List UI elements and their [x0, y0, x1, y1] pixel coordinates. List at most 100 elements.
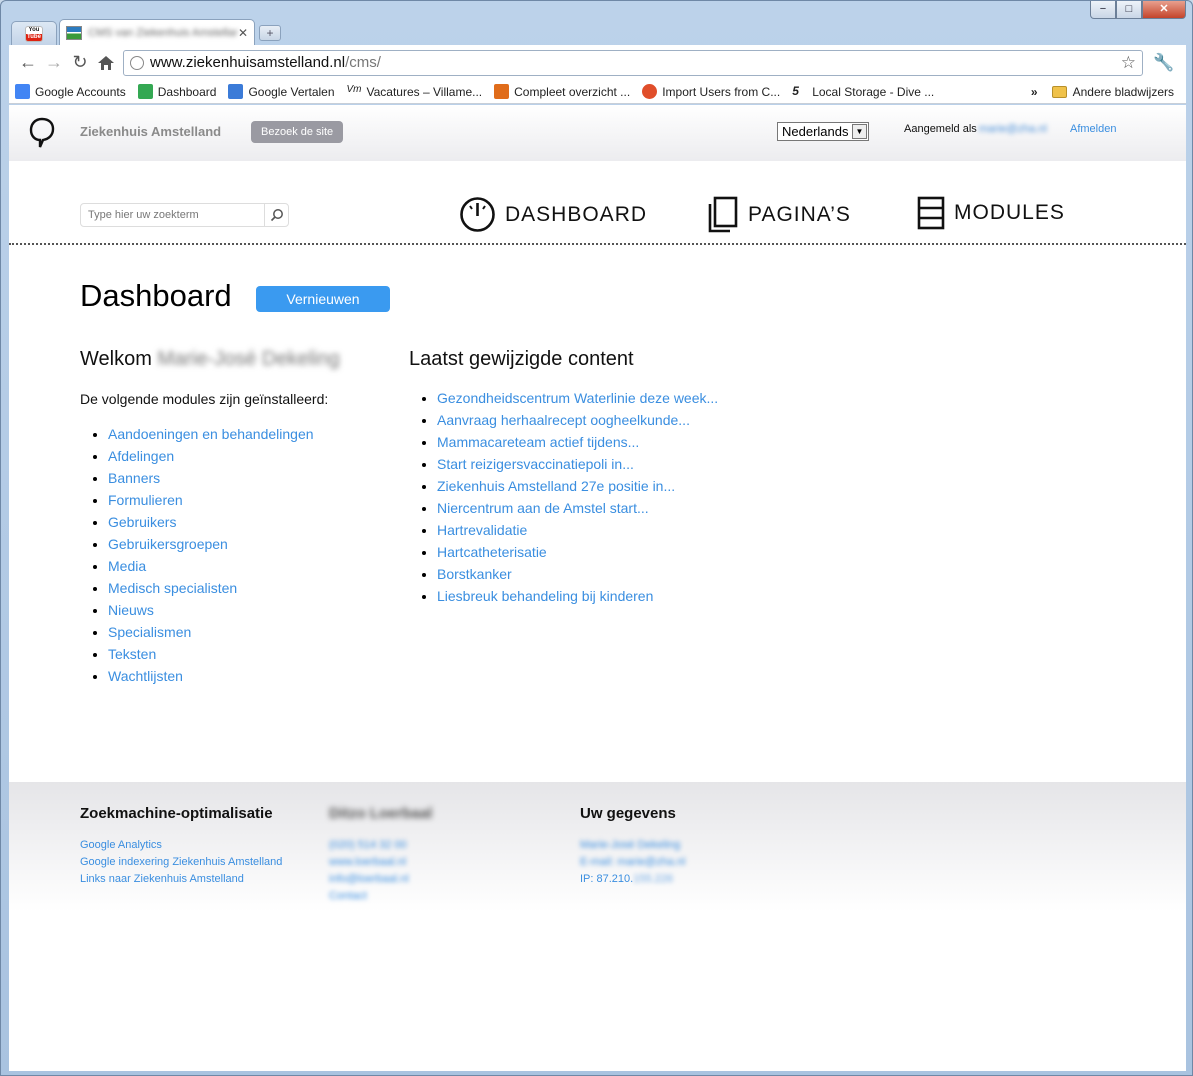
- recent-content-link[interactable]: Liesbreuk behandeling bij kinderen: [437, 588, 653, 604]
- module-link[interactable]: Teksten: [108, 646, 156, 662]
- bookmark-google-vertalen[interactable]: Google Vertalen: [228, 84, 335, 99]
- recent-content-link[interactable]: Hartrevalidatie: [437, 522, 527, 538]
- recent-content-link[interactable]: Gezondheidscentrum Waterlinie deze week.…: [437, 390, 718, 406]
- home-icon: [98, 55, 114, 70]
- module-link[interactable]: Specialismen: [108, 624, 191, 640]
- module-link[interactable]: Formulieren: [108, 492, 183, 508]
- module-link[interactable]: Gebruikers: [108, 514, 176, 530]
- recent-content-link[interactable]: Aanvraag herhaalrecept oogheelkunde...: [437, 412, 690, 428]
- more-bookmarks-chevron-icon[interactable]: »: [1031, 85, 1038, 99]
- nav-dashboard[interactable]: DASHBOARD: [459, 196, 647, 233]
- youtube-icon-text-red: Tube: [26, 33, 42, 41]
- bookmark-dashboard[interactable]: Dashboard: [137, 84, 216, 99]
- vm-icon: Vm: [346, 84, 362, 95]
- close-window-button[interactable]: ✕: [1142, 1, 1186, 19]
- bookmarks-bar: Google Accounts Dashboard Google Vertale…: [9, 80, 1186, 104]
- module-link[interactable]: Afdelingen: [108, 448, 174, 464]
- user-name: Marie-José Dekeling: [157, 348, 340, 370]
- module-link[interactable]: Gebruikersgroepen: [108, 536, 228, 552]
- footer-link[interactable]: Google Analytics: [80, 837, 282, 854]
- recent-content-link[interactable]: Borstkanker: [437, 566, 512, 582]
- firefox-icon: [642, 84, 658, 99]
- modules-icon: [917, 196, 945, 230]
- list-item: Gebruikersgroepen: [108, 533, 314, 555]
- bookmark-local-storage[interactable]: 5 Local Storage - Dive ...: [792, 84, 934, 99]
- page-title: Dashboard: [80, 278, 232, 313]
- maximize-button[interactable]: □: [1116, 1, 1142, 19]
- browser-toolbar: ← → ↻ www.ziekenhuisamstelland.nl/cms/ ☆…: [9, 45, 1186, 80]
- footer-agency-line[interactable]: Contact: [329, 888, 432, 905]
- tab-cms[interactable]: CMS van Ziekenhuis Amstelland ✕: [59, 19, 255, 45]
- module-link[interactable]: Aandoeningen en behandelingen: [108, 426, 314, 442]
- ip-prefix: IP: 87.210.: [580, 873, 634, 885]
- tab-youtube[interactable]: You Tube: [11, 21, 57, 45]
- google-icon: [15, 84, 30, 99]
- recent-content-link[interactable]: Mammacareteam actief tijdens...: [437, 434, 639, 450]
- module-link[interactable]: Media: [108, 558, 146, 574]
- module-link[interactable]: Wachtlijsten: [108, 668, 183, 684]
- home-button[interactable]: [93, 50, 119, 76]
- modules-list: Aandoeningen en behandelingen Afdelingen…: [108, 423, 314, 687]
- search-icon[interactable]: [264, 204, 288, 226]
- footer-link[interactable]: Google indexering Ziekenhuis Amstelland: [80, 854, 282, 871]
- refresh-button[interactable]: Vernieuwen: [256, 286, 390, 312]
- bookmark-vacatures[interactable]: Vm Vacatures – Villame...: [347, 84, 483, 99]
- reload-button[interactable]: ↻: [67, 50, 93, 76]
- footer-user-email: E-mail: marie@zha.nl: [580, 856, 686, 868]
- module-link[interactable]: Nieuws: [108, 602, 154, 618]
- module-link[interactable]: Medisch specialisten: [108, 580, 237, 596]
- installed-modules-text: De volgende modules zijn geïnstalleerd:: [80, 391, 329, 407]
- footer-agency-line[interactable]: info@loerbaal.nl: [329, 871, 432, 888]
- forward-button[interactable]: →: [41, 50, 67, 76]
- wrench-menu-icon[interactable]: 🔧: [1153, 53, 1174, 73]
- page-viewport: Ziekenhuis Amstelland Bezoek de site Ned…: [9, 105, 1186, 1071]
- html5-icon: 5: [792, 84, 799, 98]
- logged-in-label: Aangemeld als: [904, 123, 977, 135]
- dropdown-arrow-icon[interactable]: ▼: [852, 124, 867, 139]
- nav-dashboard-label: DASHBOARD: [505, 202, 648, 226]
- new-tab-button[interactable]: +: [259, 25, 281, 41]
- pages-icon: [708, 196, 738, 233]
- youtube-icon-text: You: [28, 26, 40, 33]
- list-item: Teksten: [108, 643, 314, 665]
- bookmark-compleet-overzicht[interactable]: Compleet overzicht ...: [494, 84, 630, 99]
- brand-name: Ziekenhuis Amstelland: [80, 124, 222, 139]
- recent-content-link[interactable]: Hartcatheterisatie: [437, 544, 547, 560]
- nav-modules[interactable]: MODULES: [917, 196, 1065, 230]
- footer-agency-column: Ditzo Loerbaal (020) 514 32 00 www.loerb…: [329, 805, 432, 905]
- recent-content-link[interactable]: Niercentrum aan de Amstel start...: [437, 500, 649, 516]
- footer-user-ip: IP: 87.210.155.226: [580, 871, 685, 888]
- logo-icon[interactable]: [29, 117, 55, 149]
- footer-link[interactable]: Links naar Ziekenhuis Amstelland: [80, 871, 282, 888]
- module-link[interactable]: Banners: [108, 470, 160, 486]
- language-select[interactable]: Nederlands ▼: [777, 122, 869, 141]
- main-navigation: Type hier uw zoekterm DASHBOARD PAGINA’S…: [9, 161, 1186, 245]
- other-bookmarks-label: Andere bladwijzers: [1072, 84, 1174, 99]
- page-info-icon[interactable]: [130, 55, 144, 70]
- bookmark-import-users[interactable]: Import Users from C...: [642, 84, 780, 99]
- recent-content-list: Gezondheidscentrum Waterlinie deze week.…: [437, 387, 718, 607]
- list-item: Medisch specialisten: [108, 577, 314, 599]
- other-bookmarks[interactable]: Andere bladwijzers: [1051, 84, 1174, 99]
- list-item: Hartcatheterisatie: [437, 541, 718, 563]
- list-item: Afdelingen: [108, 445, 314, 467]
- recent-content-link[interactable]: Ziekenhuis Amstelland 27e positie in...: [437, 478, 675, 494]
- tab-close-icon[interactable]: ✕: [238, 26, 248, 40]
- visit-site-button[interactable]: Bezoek de site: [251, 121, 344, 143]
- logout-link[interactable]: Afmelden: [1070, 123, 1116, 135]
- footer-agency-line[interactable]: www.loerbaal.nl: [329, 854, 432, 871]
- bookmark-label: Compleet overzicht ...: [514, 84, 631, 99]
- minimize-button[interactable]: −: [1090, 1, 1116, 19]
- search-input[interactable]: Type hier uw zoekterm: [80, 203, 289, 227]
- bookmark-google-accounts[interactable]: Google Accounts: [15, 84, 126, 99]
- person-icon: [494, 84, 510, 99]
- address-bar[interactable]: www.ziekenhuisamstelland.nl/cms/ ☆: [123, 49, 1143, 76]
- bookmark-star-icon[interactable]: ☆: [1121, 53, 1136, 73]
- translate-icon: [228, 84, 244, 99]
- folder-icon: [1051, 85, 1067, 98]
- user-email: marie@zha.nl: [978, 123, 1047, 135]
- recent-content-link[interactable]: Start reizigersvaccinatiepoli in...: [437, 456, 634, 472]
- dashboard-content: Dashboard Vernieuwen Welkom Marie-José D…: [9, 245, 1186, 782]
- back-button[interactable]: ←: [15, 50, 41, 76]
- nav-pages[interactable]: PAGINA’S: [707, 196, 851, 233]
